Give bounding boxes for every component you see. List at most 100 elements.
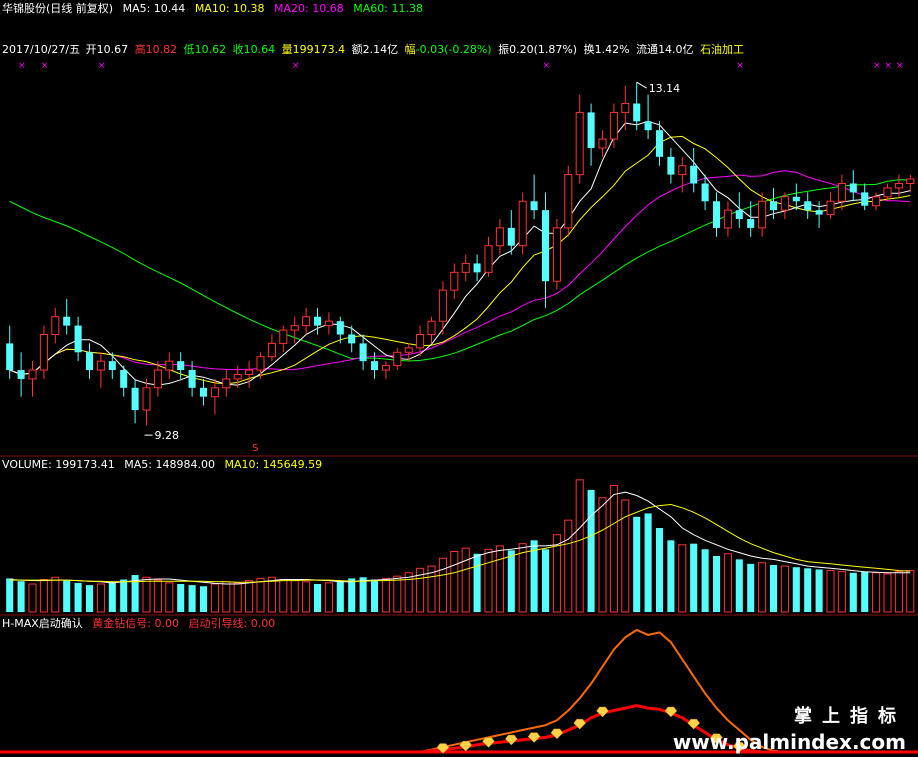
volume-bar: [188, 585, 196, 612]
candle-body: [861, 192, 869, 206]
candle-body: [427, 320, 436, 336]
x-marker: ×: [543, 61, 551, 71]
candle-body: [690, 165, 698, 184]
volume-bar: [861, 571, 869, 612]
volume-bar: [85, 585, 94, 612]
volume-bar: [450, 551, 459, 613]
volume-bar: [883, 573, 892, 613]
candle-body: [461, 262, 470, 273]
candle-body: [336, 321, 344, 335]
candle-body: [644, 121, 652, 131]
volume-bar: [6, 578, 14, 612]
watermark-cn: 掌上指标: [794, 706, 906, 727]
candle-body: [74, 325, 82, 353]
volume-bar: [587, 489, 595, 612]
volume-bar: [804, 568, 812, 612]
candle-body: [621, 103, 630, 113]
stock-chart[interactable]: 13.149.28S× × × × × × × × ×: [0, 0, 918, 757]
candle-body: [780, 196, 789, 211]
gold-diamond-icon: [504, 734, 518, 746]
x-marker: ×: [292, 61, 300, 71]
candle-body: [381, 365, 390, 371]
candle-body: [165, 360, 174, 371]
volume-bar: [267, 576, 276, 613]
volume-bar: [849, 572, 857, 612]
volume-bar: [484, 548, 493, 613]
candle-body: [473, 263, 481, 273]
candle-body: [906, 178, 915, 184]
candle-body: [667, 156, 675, 175]
candle-body: [6, 343, 14, 371]
candle-body: [438, 289, 447, 322]
candle-body: [541, 210, 550, 282]
watermark-url: www.palmindex.com: [672, 730, 906, 754]
candle-body: [723, 209, 732, 229]
candle-body: [245, 369, 254, 375]
volume-bar: [96, 583, 105, 613]
candle-body: [609, 111, 618, 140]
candle-body: [894, 182, 903, 189]
candles: [6, 82, 915, 426]
ma5-line: [9, 120, 911, 386]
gold-diamond-icon: [482, 737, 495, 748]
volume-bar: [780, 565, 789, 613]
candle-body: [313, 316, 322, 326]
x-marker: ×: [41, 61, 49, 71]
candle-body: [348, 334, 356, 344]
volume-bar: [313, 584, 322, 612]
volume-bar: [348, 578, 356, 612]
candle-body: [872, 196, 881, 207]
candle-body: [837, 182, 846, 202]
volume-bar: [210, 583, 219, 613]
volume-bar: [826, 570, 835, 613]
ma10-line: [9, 135, 911, 385]
candle-body: [815, 210, 823, 215]
volume-bar: [758, 562, 767, 613]
volume-bar: [256, 577, 265, 613]
volume-bar: [381, 577, 390, 613]
volume-bar: [302, 581, 311, 613]
volume-bar: [153, 579, 162, 613]
volume-bar: [199, 586, 208, 612]
candle-body: [199, 387, 208, 397]
volume-bar: [495, 545, 504, 613]
volume-bar: [906, 570, 915, 613]
candle-body: [96, 360, 105, 371]
volume-bar: [279, 579, 288, 613]
candle-body: [120, 370, 128, 388]
candle-body: [393, 351, 402, 367]
x-marker: ×: [736, 61, 744, 71]
volume-bar: [792, 567, 800, 612]
gold-diamond-icon: [550, 728, 564, 740]
volume-bar: [518, 543, 527, 613]
volume-bar: [336, 580, 344, 612]
candle-body: [883, 187, 892, 198]
candle-body: [530, 201, 538, 211]
gold-diamond-icon: [527, 732, 541, 743]
gold-diamond-icon: [459, 740, 473, 752]
volume-bar: [564, 519, 573, 613]
volume-bar: [324, 582, 333, 613]
candle-body: [290, 325, 299, 331]
volume-bar: [894, 571, 903, 613]
low-marker-label: 9.28: [155, 429, 180, 442]
candle-body: [28, 369, 37, 380]
candle-body: [359, 343, 367, 362]
volume-bar: [815, 569, 823, 612]
chart-markers: 13.149.28S× × × × × × × × ×: [18, 61, 903, 454]
volume-bar: [712, 556, 721, 612]
volume-bar: [245, 580, 254, 613]
candle-body: [370, 361, 379, 371]
candle-body: [108, 361, 116, 371]
candle-body: [210, 387, 219, 398]
volume-bar: [690, 543, 698, 612]
candle-body: [51, 316, 60, 336]
volume-bar: [393, 575, 402, 613]
x-marker: ×: [885, 61, 893, 71]
candle-body: [279, 329, 288, 344]
volume-bar: [644, 513, 652, 612]
watermark: 掌上指标 www.palmindex.com: [673, 702, 906, 754]
candle-body: [712, 201, 721, 228]
candle-body: [63, 316, 71, 326]
volume-bar: [165, 582, 174, 613]
